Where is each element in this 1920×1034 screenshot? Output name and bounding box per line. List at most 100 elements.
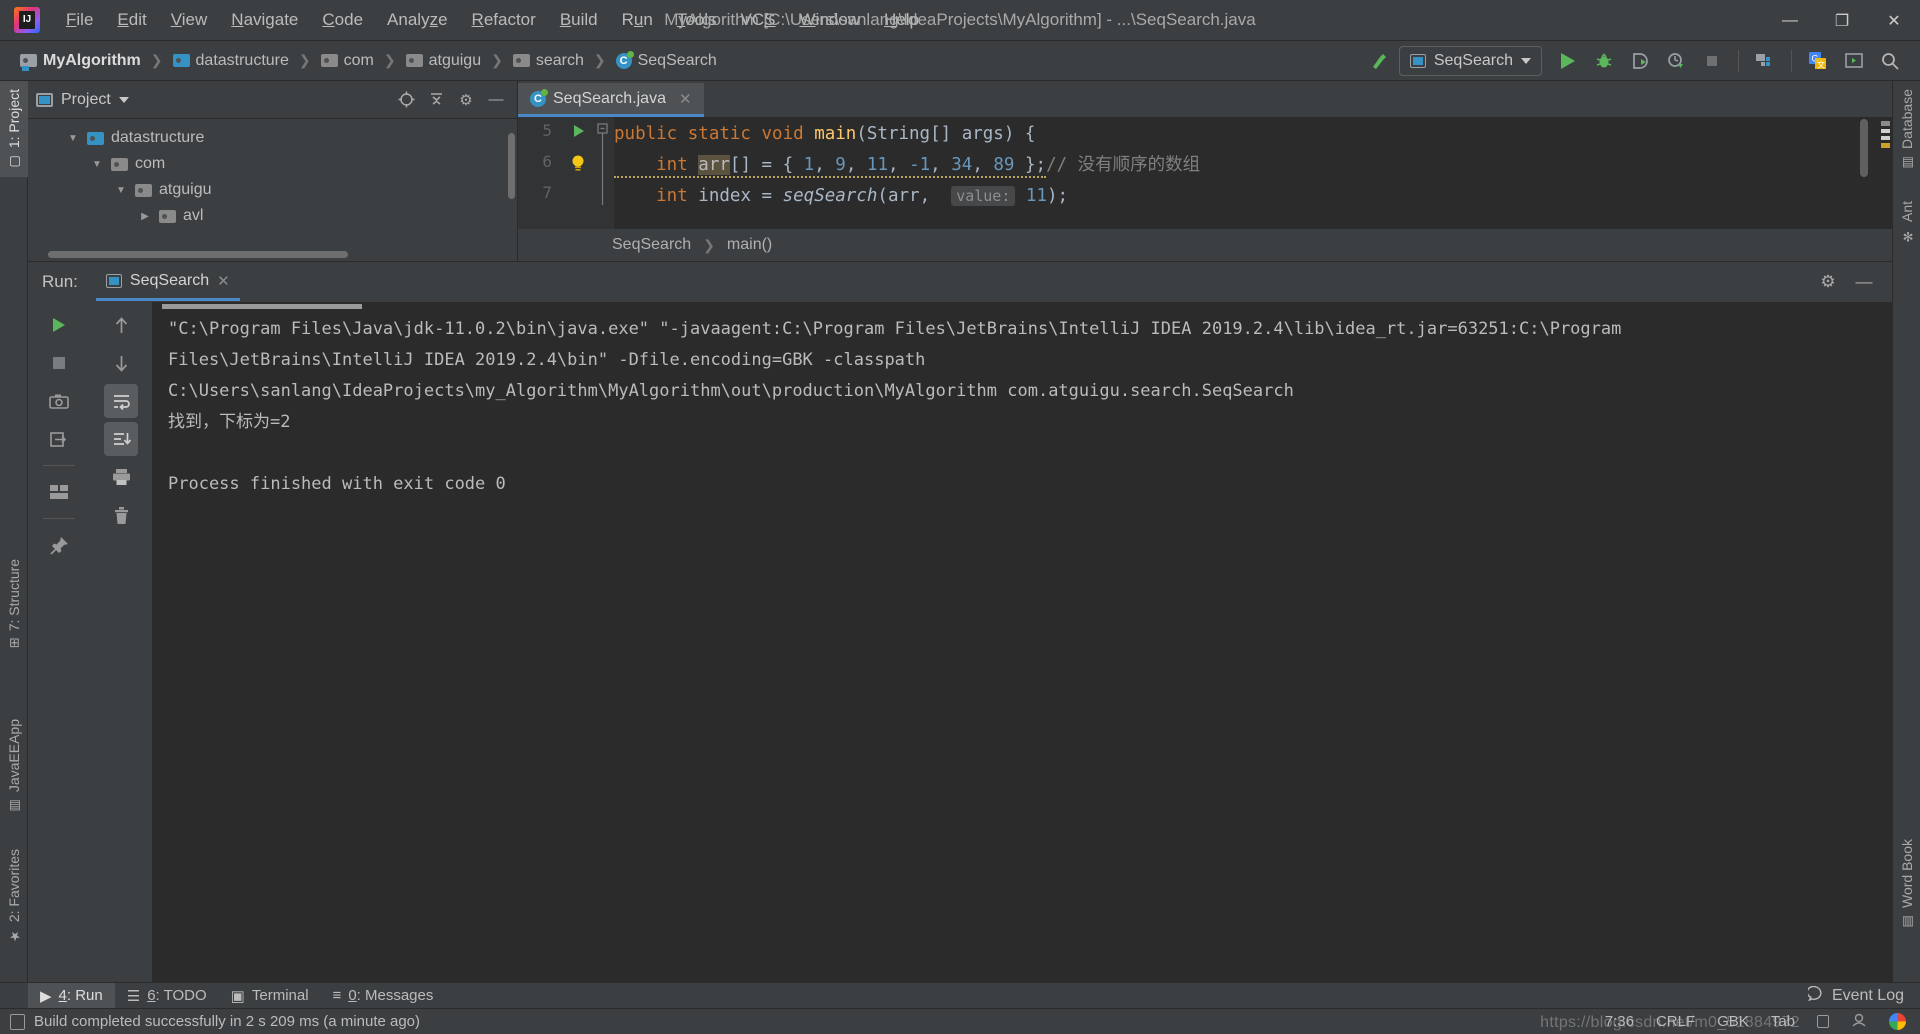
- build-icon[interactable]: [1363, 46, 1395, 76]
- tree-node-datastructure[interactable]: ▼ datastructure: [28, 125, 517, 151]
- sidebar-item-favorites[interactable]: ★ 2: Favorites: [0, 841, 28, 951]
- project-panel-title-group[interactable]: Project: [36, 91, 129, 109]
- project-structure-icon[interactable]: [1749, 46, 1781, 76]
- breadcrumb-item-search[interactable]: search: [509, 50, 588, 72]
- run-gutter-icon[interactable]: [572, 123, 586, 144]
- project-tree-vertical-scrollbar[interactable]: [508, 133, 515, 199]
- inspection-icon[interactable]: [1851, 1012, 1867, 1032]
- settings-gear-icon[interactable]: ⚙: [1814, 268, 1842, 296]
- sidebar-item-javaeeapp[interactable]: ▤ JavaEEApp: [0, 711, 28, 821]
- print-button[interactable]: [104, 460, 138, 494]
- project-tree[interactable]: ▼ datastructure ▼ com ▼ atguigu ▶ avl: [28, 119, 517, 259]
- sidebar-item-word-book[interactable]: ▥ Word Book: [1893, 831, 1920, 937]
- menu-item-code[interactable]: Code: [310, 6, 375, 34]
- editor-breadcrumb-method[interactable]: main(): [727, 236, 772, 254]
- console-scrollbar[interactable]: [162, 304, 362, 309]
- caret-position[interactable]: 7:36: [1605, 1013, 1634, 1030]
- menu-item-vcs[interactable]: VCS: [729, 6, 788, 34]
- menu-item-window[interactable]: Window: [788, 6, 872, 34]
- menu-item-refactor[interactable]: Refactor: [460, 6, 548, 34]
- scroll-to-end-button[interactable]: [104, 422, 138, 456]
- sidebar-item-ant[interactable]: ✻ Ant: [1893, 193, 1920, 251]
- menu-item-build[interactable]: Build: [548, 6, 610, 34]
- up-arrow-button[interactable]: [104, 308, 138, 342]
- settings-gear-icon[interactable]: ⚙: [453, 87, 479, 113]
- bottom-tab-run[interactable]: ▶ 4: Run: [28, 982, 115, 1009]
- bottom-tab-messages[interactable]: ≡ 0: Messages: [321, 983, 446, 1009]
- breadcrumb-item-myalgorithm[interactable]: MyAlgorithm: [16, 50, 145, 72]
- chevron-down-icon[interactable]: ▼: [114, 185, 128, 196]
- menu-item-run[interactable]: Run: [610, 6, 665, 34]
- breadcrumb-item-seqsearch[interactable]: C SeqSearch: [612, 50, 721, 72]
- chevron-down-icon[interactable]: [118, 96, 129, 103]
- debug-icon[interactable]: [1588, 46, 1620, 76]
- menu-item-view[interactable]: View: [159, 6, 220, 34]
- down-arrow-button[interactable]: [104, 346, 138, 380]
- bottom-tab-terminal[interactable]: ▣ Terminal: [219, 983, 321, 1009]
- read-only-lock-icon[interactable]: [1817, 1015, 1829, 1028]
- java-class-icon: C: [615, 50, 634, 69]
- hide-panel-icon[interactable]: —: [1850, 268, 1878, 296]
- editor-error-stripe[interactable]: [1881, 121, 1890, 151]
- locate-icon[interactable]: [393, 87, 419, 113]
- close-icon[interactable]: ✕: [217, 272, 230, 290]
- menu-item-help[interactable]: Help: [872, 6, 931, 34]
- stop-icon[interactable]: [1696, 46, 1728, 76]
- tab-seqsearch-java[interactable]: C SeqSearch.java ✕: [518, 83, 704, 117]
- tree-node-avl[interactable]: ▶ avl: [28, 203, 517, 229]
- fold-icon[interactable]: [596, 121, 609, 212]
- profiler-icon[interactable]: [1660, 46, 1692, 76]
- run-tab-seqsearch[interactable]: SeqSearch ✕: [95, 263, 240, 301]
- project-panel-header: Project ⚙ —: [28, 81, 517, 119]
- intention-bulb-icon[interactable]: [570, 154, 586, 177]
- editor-vertical-scrollbar[interactable]: [1860, 119, 1868, 177]
- close-icon[interactable]: ✕: [679, 90, 692, 108]
- project-tree-horizontal-scrollbar[interactable]: [48, 251, 348, 258]
- sidebar-item-structure[interactable]: ⊞ 7: Structure: [0, 551, 28, 656]
- maximize-button[interactable]: ❐: [1816, 0, 1868, 41]
- rerun-button[interactable]: [42, 308, 76, 342]
- bottom-tab-todo[interactable]: ☰ 6: TODO: [115, 983, 219, 1009]
- menu-item-file[interactable]: File: [54, 6, 105, 34]
- layout-button[interactable]: [42, 475, 76, 509]
- file-encoding[interactable]: GBK: [1717, 1013, 1749, 1030]
- screenshot-button[interactable]: [42, 384, 76, 418]
- sidebar-item-project[interactable]: ▢ 1: Project: [0, 81, 28, 178]
- minimize-button[interactable]: —: [1764, 0, 1816, 41]
- tree-node-com[interactable]: ▼ com: [28, 151, 517, 177]
- run-configuration-selector[interactable]: SeqSearch: [1398, 45, 1542, 76]
- event-log-group[interactable]: Event Log: [1806, 985, 1904, 1006]
- run-config-icon: [105, 273, 122, 288]
- console-output[interactable]: "C:\Program Files\Java\jdk-11.0.2\bin\ja…: [152, 302, 1892, 982]
- indent-setting[interactable]: Tab: [1771, 1013, 1795, 1030]
- chevron-right-icon[interactable]: ▶: [138, 211, 152, 222]
- search-icon[interactable]: [1874, 46, 1906, 76]
- collapse-all-icon[interactable]: [423, 87, 449, 113]
- terminal-icon[interactable]: [1838, 46, 1870, 76]
- run-coverage-icon[interactable]: [1624, 46, 1656, 76]
- soft-wrap-button[interactable]: [104, 384, 138, 418]
- close-button[interactable]: ✕: [1868, 0, 1920, 41]
- line-separator[interactable]: CRLF: [1656, 1013, 1695, 1030]
- chevron-down-icon[interactable]: ▼: [66, 133, 80, 144]
- google-translate-icon[interactable]: G文: [1802, 46, 1834, 76]
- tree-node-atguigu[interactable]: ▼ atguigu: [28, 177, 517, 203]
- breadcrumb-item-com[interactable]: com: [317, 50, 378, 72]
- menu-item-edit[interactable]: Edit: [105, 6, 158, 34]
- hide-panel-icon[interactable]: —: [483, 87, 509, 113]
- breadcrumb-item-atguigu[interactable]: atguigu: [402, 50, 486, 72]
- breadcrumb-item-datastructure[interactable]: datastructure: [169, 50, 293, 72]
- editor-breadcrumb-class[interactable]: SeqSearch: [612, 236, 691, 254]
- pin-tab-button[interactable]: [42, 528, 76, 562]
- project-icon: [36, 92, 53, 107]
- stop-button[interactable]: [42, 346, 76, 380]
- export-button[interactable]: [42, 422, 76, 456]
- google-icon[interactable]: [1889, 1013, 1906, 1030]
- run-button[interactable]: [1552, 46, 1584, 76]
- chevron-down-icon[interactable]: ▼: [90, 159, 104, 170]
- sidebar-item-database[interactable]: ▤ Database: [1893, 81, 1920, 178]
- menu-item-navigate[interactable]: Navigate: [219, 6, 310, 34]
- clear-all-button[interactable]: [104, 498, 138, 532]
- menu-item-analyze[interactable]: Analyze: [375, 6, 460, 34]
- menu-item-tools[interactable]: Tools: [665, 6, 729, 34]
